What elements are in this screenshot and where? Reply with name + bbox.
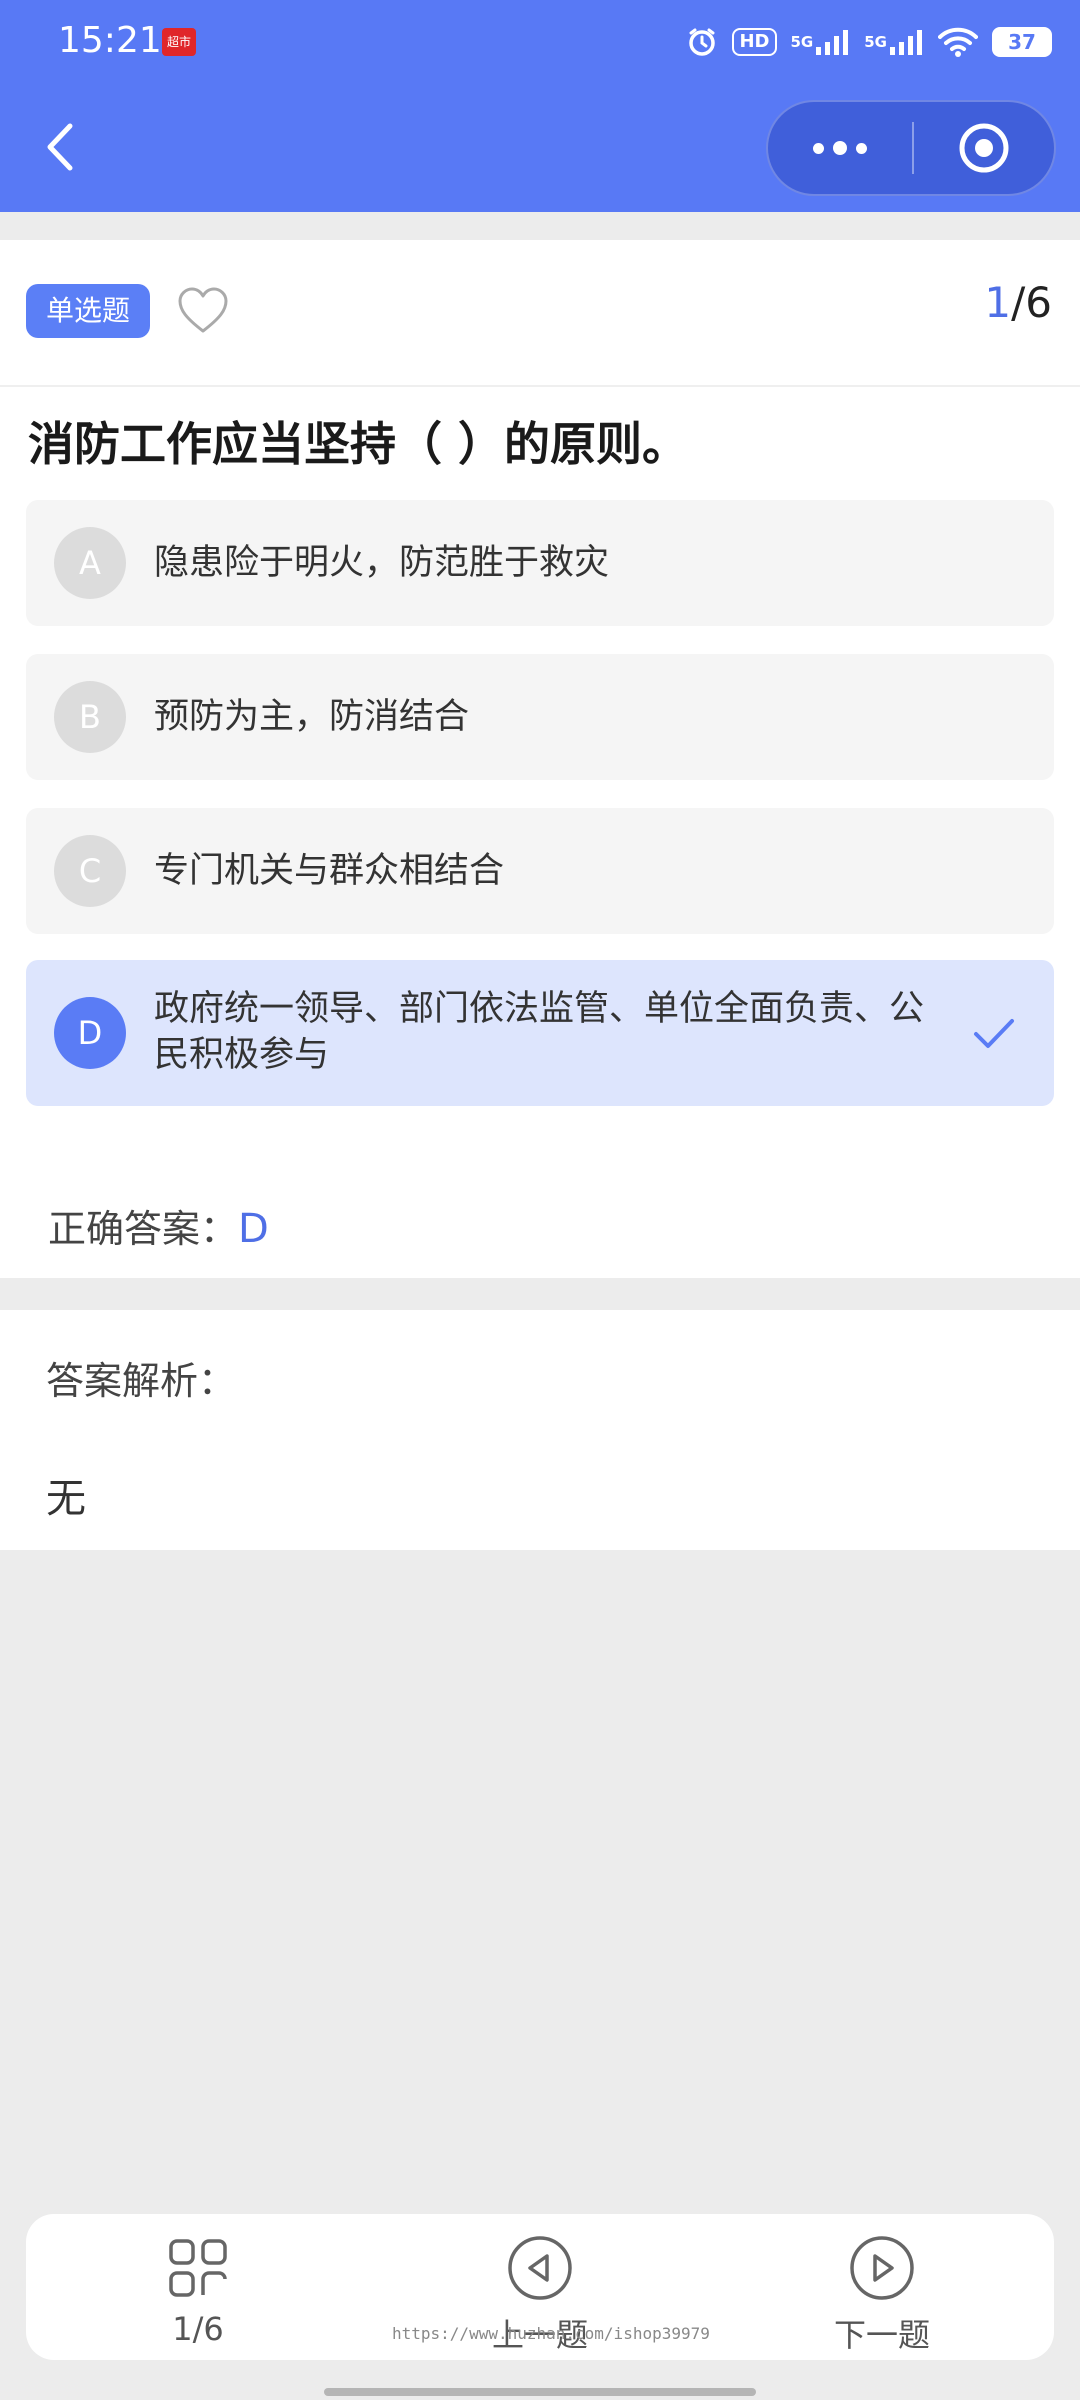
- next-question-label: 下一题: [833, 2316, 930, 2354]
- option-letter: D: [54, 997, 126, 1069]
- alarm-icon: [686, 25, 718, 59]
- total-questions: /6: [1011, 278, 1052, 327]
- grid-icon: [98, 2234, 298, 2302]
- next-circle-icon: [782, 2234, 982, 2302]
- analysis-title: 答案解析：: [46, 1359, 237, 1403]
- option-d[interactable]: D 政府统一领导、部门依法监管、单位全面负责、公民积极参与: [26, 960, 1054, 1106]
- close-miniprogram-button[interactable]: [914, 102, 1054, 194]
- question-type-badge: 单选题: [26, 284, 150, 338]
- next-question-button[interactable]: 下一题: [782, 2234, 982, 2356]
- correct-answer: 正确答案：D: [48, 1198, 269, 1253]
- status-icons: HD 5G 5G 37: [686, 22, 1052, 62]
- current-question-number: 1: [984, 278, 1012, 327]
- analysis-body: 无: [46, 1476, 86, 1522]
- option-text: 隐患险于明火，防范胜于救灾: [154, 543, 610, 583]
- option-letter: C: [54, 835, 126, 907]
- hd-icon: HD: [732, 25, 777, 59]
- option-text: 预防为主，防消结合: [154, 697, 470, 737]
- miniprogram-capsule: [766, 100, 1056, 196]
- target-circle-icon: [959, 123, 1009, 173]
- signal-5g-icon: 5G: [864, 25, 924, 59]
- more-button[interactable]: [768, 102, 912, 194]
- option-text: 政府统一领导、部门依法监管、单位全面负责、公民积极参与: [154, 989, 925, 1075]
- correct-answer-value: D: [238, 1206, 269, 1252]
- correct-answer-label: 正确答案：: [48, 1207, 239, 1251]
- question-grid-button[interactable]: 1/6: [98, 2234, 298, 2348]
- heart-icon: [178, 287, 228, 333]
- prev-circle-icon: [440, 2234, 640, 2302]
- signal-5g-icon: 5G: [791, 25, 851, 59]
- progress-label: 1/6: [172, 2310, 224, 2348]
- option-letter: A: [54, 527, 126, 599]
- checkmark-icon: [974, 1019, 1014, 1048]
- question-counter: 1/6: [984, 278, 1052, 327]
- option-letter: B: [54, 681, 126, 753]
- top-bar: 15:21 超市 HD 5G 5G 37: [0, 0, 1080, 212]
- option-c[interactable]: C 专门机关与群众相结合: [26, 808, 1054, 934]
- favorite-button[interactable]: [176, 286, 230, 336]
- option-text: 专门机关与群众相结合: [154, 851, 505, 891]
- battery-icon: 37: [992, 27, 1052, 57]
- question-text: 消防工作应当坚持（ ）的原则。: [28, 417, 689, 471]
- option-b[interactable]: B 预防为主，防消结合: [26, 654, 1054, 780]
- option-a[interactable]: A 隐患险于明火，防范胜于救灾: [26, 500, 1054, 626]
- back-button[interactable]: [30, 112, 90, 182]
- chevron-left-icon: [47, 123, 73, 171]
- wifi-icon: [938, 25, 978, 59]
- divider: [0, 385, 1080, 387]
- question-card: 单选题 1/6 消防工作应当坚持（ ）的原则。 A 隐患险于明火，防范胜于救灾 …: [0, 240, 1080, 1278]
- analysis-card: 答案解析： 无: [0, 1310, 1080, 1550]
- notification-app-badge: 超市: [162, 28, 196, 56]
- watermark: https://www.huzhan.com/ishop39979: [392, 2324, 710, 2343]
- home-indicator[interactable]: [324, 2388, 756, 2396]
- status-time: 15:21: [58, 20, 162, 61]
